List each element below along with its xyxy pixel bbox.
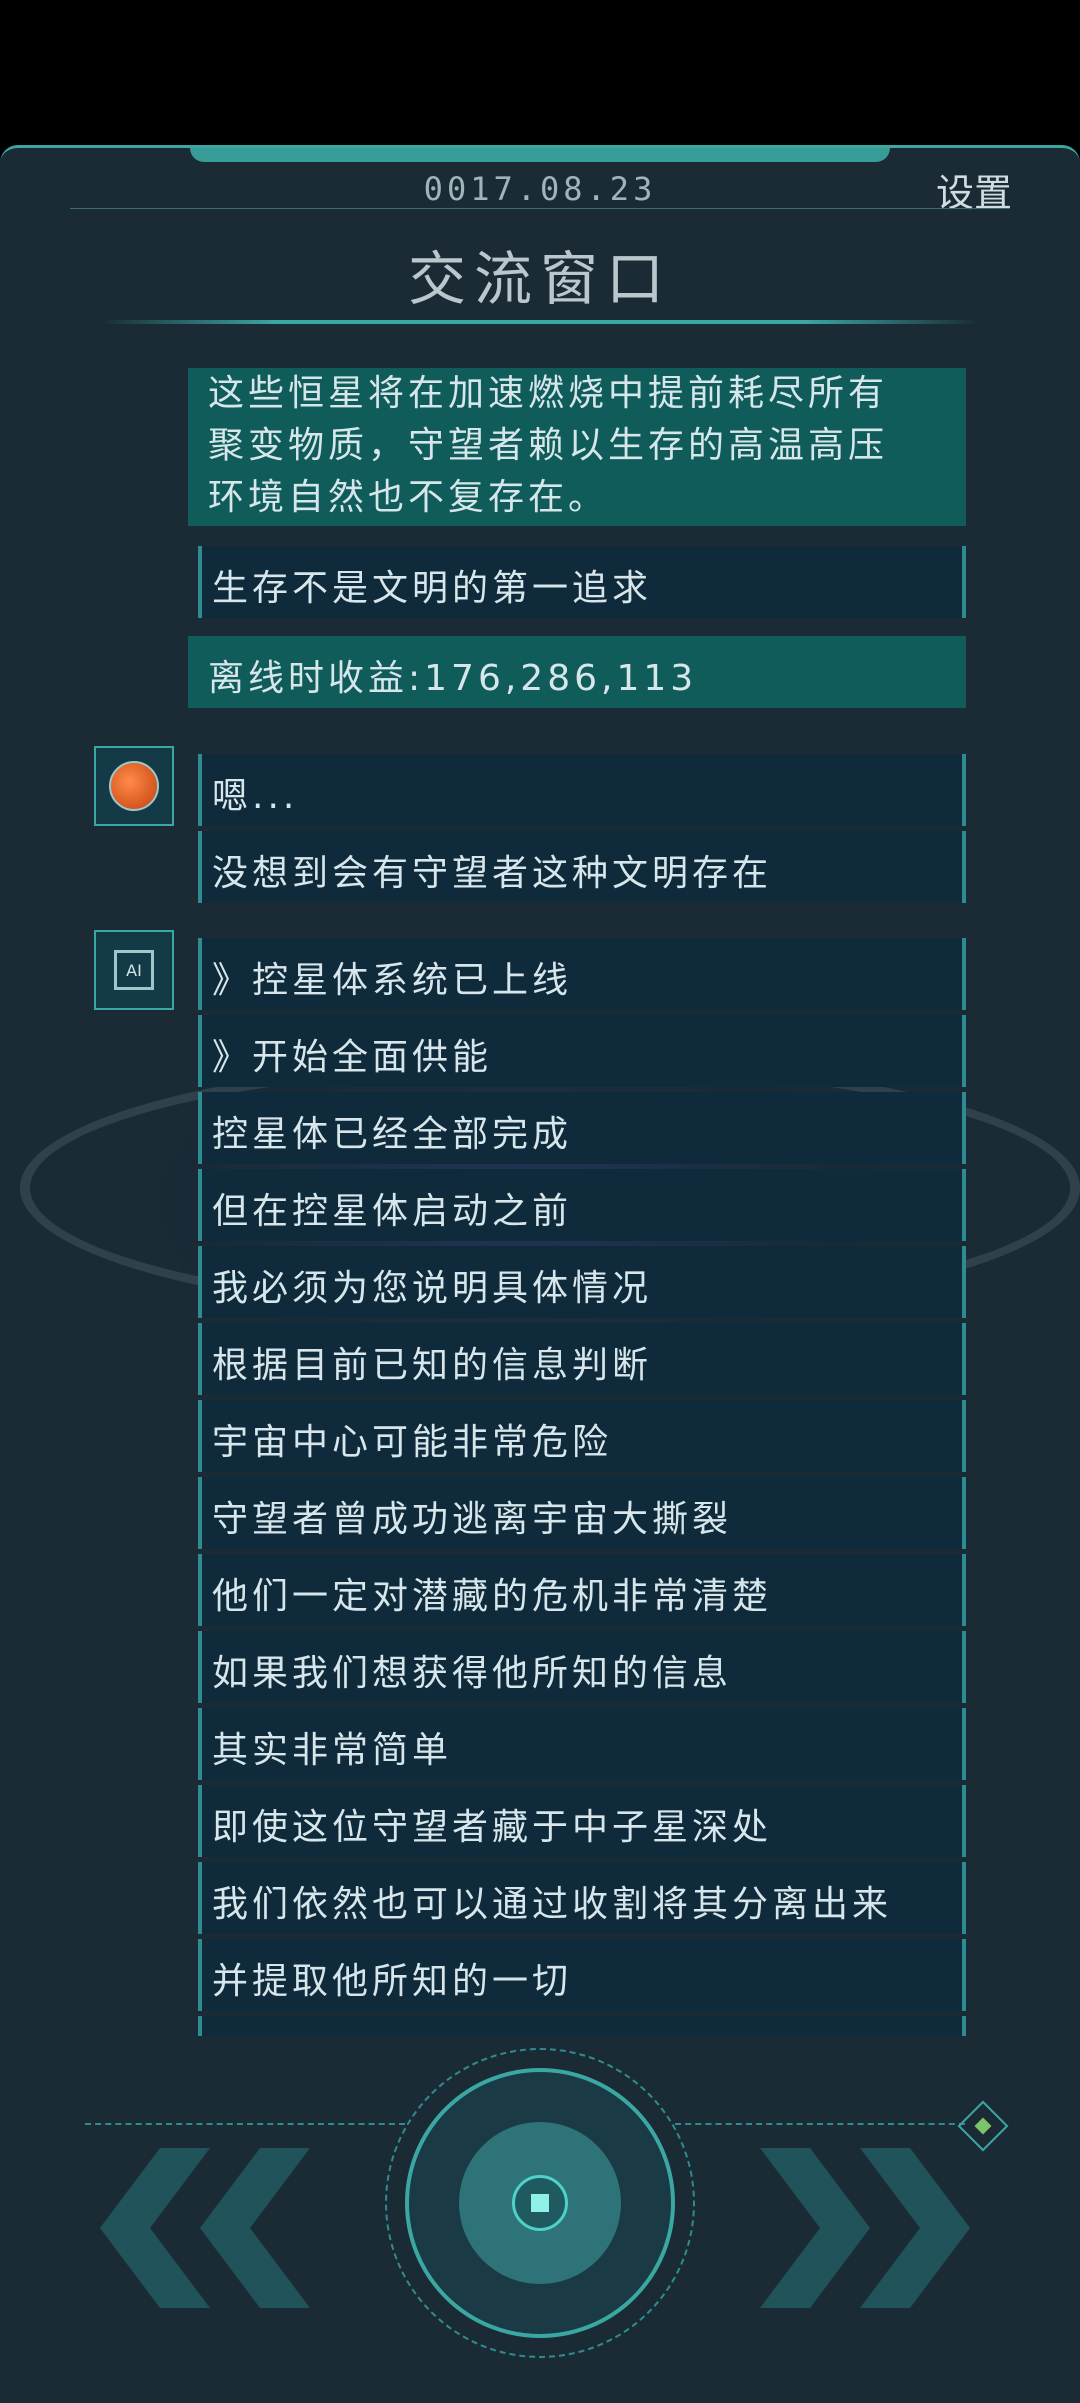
message-bubble: 控星体已经全部完成 bbox=[198, 1092, 966, 1164]
left-dashed-line bbox=[85, 2123, 405, 2125]
message-intro: 这些恒星将在加速燃烧中提前耗尽所有 聚变物质，守望者赖以生存的高温高压 环境自然… bbox=[188, 368, 966, 526]
message-list[interactable]: 这些恒星将在加速燃烧中提前耗尽所有 聚变物质，守望者赖以生存的高温高压 环境自然… bbox=[0, 368, 1080, 2183]
ai-chip-icon: AI bbox=[114, 950, 154, 990]
stop-button[interactable] bbox=[405, 2068, 675, 2338]
watcher-avatar[interactable] bbox=[94, 746, 174, 826]
message-bubble: 他们一定对潜藏的危机非常清楚 bbox=[198, 1554, 966, 1626]
message-bubble: 如果我们想获得他所知的信息 bbox=[198, 1631, 966, 1703]
message-bubble: 但在控星体启动之前 bbox=[198, 1169, 966, 1241]
playback-controls bbox=[0, 2048, 1080, 2403]
double-chevron-right-icon bbox=[760, 2148, 970, 2308]
message-bubble: 》控星体系统已上线 bbox=[198, 938, 966, 1010]
intro-line: 聚变物质，守望者赖以生存的高温高压 bbox=[208, 425, 889, 466]
date-label: 0017.08.23 bbox=[423, 170, 657, 208]
forward-button[interactable] bbox=[760, 2148, 980, 2308]
title-divider bbox=[100, 320, 980, 324]
message-bubble: 我们依然也可以通过收割将其分离出来 bbox=[198, 1862, 966, 1934]
chat-window-panel: 0017.08.23 设置 交流窗口 这些恒星将在加速燃烧中提前耗尽所有 聚变物… bbox=[0, 145, 1080, 2403]
message-bubble: 即使这位守望者藏于中子星深处 bbox=[198, 1785, 966, 1857]
intro-line: 环境自然也不复存在。 bbox=[208, 477, 609, 518]
offline-income-bubble: 离线时收益:176,286,113 bbox=[188, 636, 966, 708]
message-bubble: 其实非常简单 bbox=[198, 1708, 966, 1780]
page-title: 交流窗口 bbox=[407, 245, 672, 313]
message-bubble: 根据目前已知的信息判断 bbox=[198, 1323, 966, 1395]
diamond-icon[interactable] bbox=[957, 2100, 1009, 2152]
message-bubble: 守望者曾成功逃离宇宙大撕裂 bbox=[198, 1477, 966, 1549]
right-dashed-line bbox=[675, 2123, 965, 2125]
message-bubble: 宇宙中心可能非常危险 bbox=[198, 1400, 966, 1472]
double-chevron-left-icon bbox=[100, 2148, 310, 2308]
ai-avatar[interactable]: AI bbox=[94, 930, 174, 1010]
top-glow-bar bbox=[190, 148, 890, 162]
watcher-orb-icon bbox=[109, 761, 159, 811]
message-bubble: 》开始全面供能 bbox=[198, 1015, 966, 1087]
message-bubble: 嗯... bbox=[198, 754, 966, 826]
message-bubble: 我必须为您说明具体情况 bbox=[198, 1246, 966, 1318]
message-bubble: 没想到会有守望者这种文明存在 bbox=[198, 831, 966, 903]
rewind-button[interactable] bbox=[100, 2148, 320, 2308]
header-divider bbox=[70, 208, 1010, 209]
message-bubble: 生存不是文明的第一追求 bbox=[198, 546, 966, 618]
intro-line: 这些恒星将在加速燃烧中提前耗尽所有 bbox=[208, 373, 889, 414]
message-bubble: 并提取他所知的一切 bbox=[198, 1939, 966, 2011]
message-bubble-partial bbox=[198, 2016, 966, 2036]
